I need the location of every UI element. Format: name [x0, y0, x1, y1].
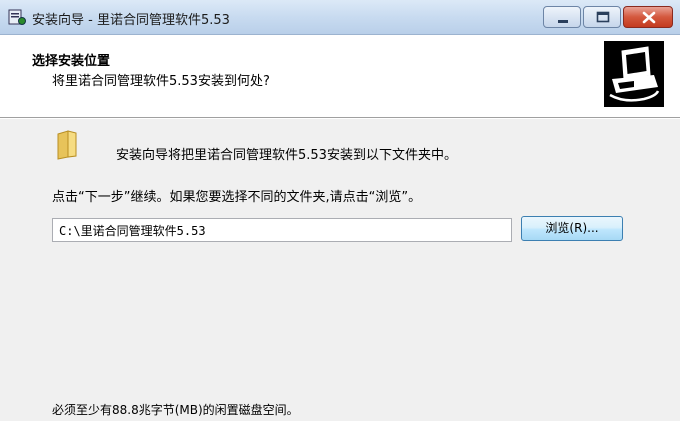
header-divider [0, 118, 680, 119]
maximize-icon [596, 11, 610, 23]
minimize-icon [558, 20, 568, 23]
folder-icon [56, 130, 78, 160]
page-subtitle: 将里诺合同管理软件5.53安装到何处? [52, 74, 270, 89]
close-button[interactable] [623, 6, 673, 28]
intro-text: 安装向导将把里诺合同管理软件5.53安装到以下文件夹中。 [116, 148, 457, 163]
title-bar[interactable]: 安装向导 - 里诺合同管理软件5.53 [0, 0, 680, 35]
computer-install-logo-icon [604, 41, 664, 107]
page-title: 选择安装位置 [32, 54, 111, 69]
window-title: 安装向导 - 里诺合同管理软件5.53 [32, 13, 230, 28]
disk-space-text: 必须至少有88.8兆字节(MB)的闲置磁盘空间。 [52, 403, 299, 417]
installer-app-icon[interactable] [8, 8, 26, 26]
wizard-header: 选择安装位置 将里诺合同管理软件5.53安装到何处? [0, 35, 680, 118]
instruction-text: 点击“下一步”继续。如果您要选择不同的文件夹,请点击“浏览”。 [52, 190, 422, 205]
browse-button[interactable]: 浏览(R)... [521, 216, 623, 241]
minimize-button[interactable] [543, 6, 581, 28]
maximize-button[interactable] [583, 6, 621, 28]
close-icon [642, 11, 656, 24]
install-path-input[interactable] [52, 218, 512, 242]
